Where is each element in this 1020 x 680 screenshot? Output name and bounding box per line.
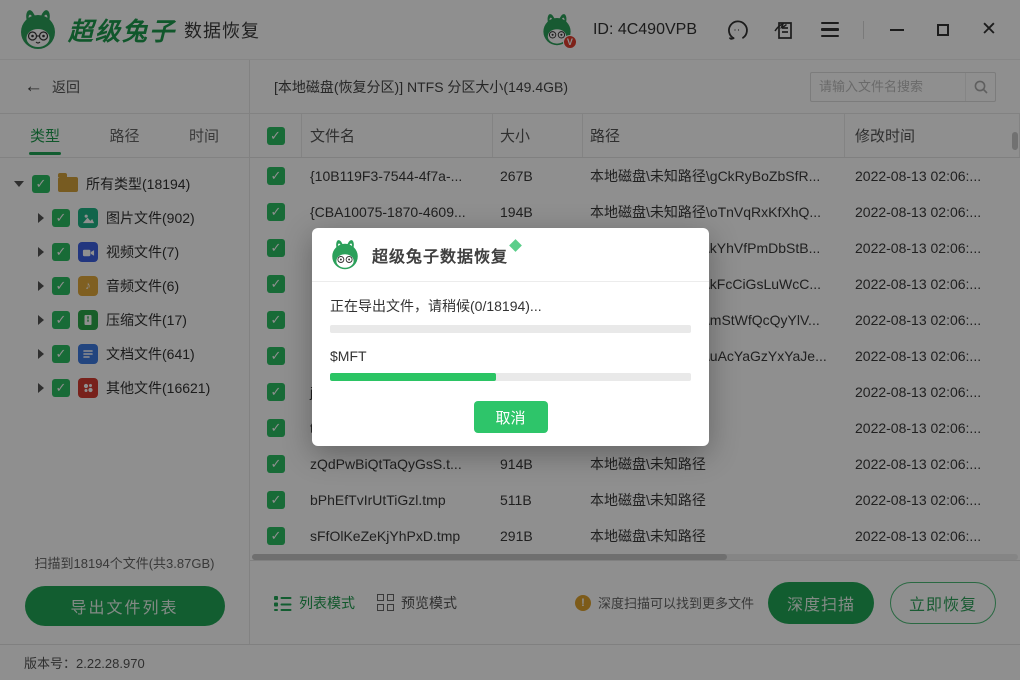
overall-progress-bar: [330, 325, 691, 333]
dialog-rabbit-logo-icon: [330, 240, 360, 270]
current-file-name: $MFT: [330, 348, 691, 364]
export-progress-dialog: 超级兔子数据恢复 正在导出文件，请稍候(0/18194)... $MFT 取消: [312, 228, 709, 446]
file-progress-fill: [330, 373, 496, 381]
diamond-icon: [509, 239, 522, 252]
cancel-button[interactable]: 取消: [474, 401, 548, 433]
dialog-title: 超级兔子数据恢复: [372, 243, 508, 267]
file-progress-bar: [330, 373, 691, 381]
app-window: 超级兔子 数据恢复 V ID: 4C490VPB: [0, 0, 1020, 680]
export-status-message: 正在导出文件，请稍候(0/18194)...: [330, 296, 691, 316]
